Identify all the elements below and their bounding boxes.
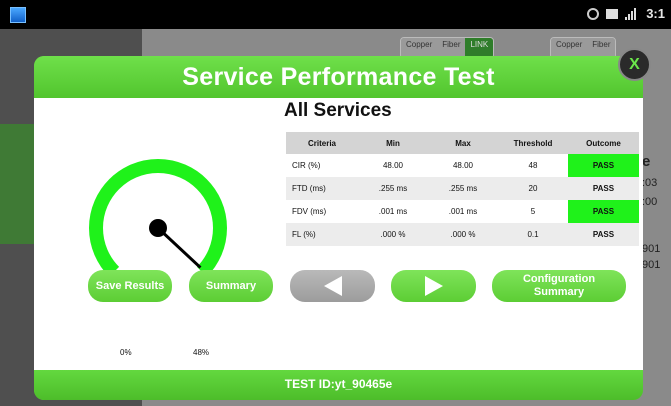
config-button-label-line1: Configuration — [522, 273, 596, 286]
arrow-right-icon — [424, 276, 443, 296]
cell-min: 48.00 — [382, 161, 404, 170]
arrow-left-icon — [323, 276, 342, 296]
cell-min: .001 ms — [378, 207, 408, 216]
clock: 3:1 — [646, 6, 665, 21]
table-row: CIR (%) 48.00 48.00 48 PASS — [286, 154, 639, 177]
cell-threshold: 5 — [530, 207, 536, 216]
column-header: Min — [358, 132, 428, 154]
bg-side-value: 901 — [642, 243, 661, 255]
status-bar: 3:1 — [0, 0, 671, 29]
table-row: FL (%) .000 % .000 % 0.1 PASS — [286, 223, 639, 246]
cell-outcome-pass: PASS — [568, 177, 639, 200]
column-header: Criteria — [286, 132, 358, 154]
table-row: FDV (ms) .001 ms .001 ms 5 PASS — [286, 200, 639, 223]
column-header: Max — [428, 132, 498, 154]
dialog-body: All Services 0% 48% Criteria Min Max Thr… — [34, 98, 643, 370]
gauge-max-label: 48% — [193, 348, 210, 357]
config-button-label-line2: Summary — [533, 286, 585, 298]
close-button[interactable]: X — [618, 48, 651, 81]
bg-tab-fiber: Fiber — [437, 38, 466, 58]
bg-tab-link: LINK — [465, 38, 494, 58]
app-icon — [10, 7, 26, 23]
bg-side-value: 901 — [642, 259, 661, 271]
cell-criteria: CIR (%) — [292, 161, 321, 170]
cell-criteria: FTD (ms) — [286, 177, 358, 200]
cell-criteria: FL (%) — [286, 223, 358, 246]
bg-tab-copper-2: Copper — [551, 38, 588, 58]
cell-max: 48.00 — [452, 161, 474, 170]
bg-tab-fiber-2: Fiber — [587, 38, 616, 58]
column-header: Threshold — [498, 132, 568, 154]
summary-button[interactable]: Summary — [189, 270, 273, 302]
dialog-title: Service Performance Test — [182, 63, 495, 91]
table-header-row: Criteria Min Max Threshold Outcome — [286, 132, 639, 154]
next-button[interactable] — [391, 270, 476, 302]
cell-threshold: 48 — [528, 161, 538, 170]
cell-criteria: FDV (ms) — [292, 207, 327, 216]
cell-max: .001 ms — [448, 207, 478, 216]
sync-icon — [587, 7, 600, 20]
cell-min: .000 % — [358, 223, 428, 246]
bg-side-value: :00 — [642, 196, 658, 208]
column-header: Outcome — [568, 132, 639, 154]
gauge-hub — [149, 219, 167, 237]
cell-min: .255 ms — [358, 177, 428, 200]
results-table: Criteria Min Max Threshold Outcome CIR (… — [286, 132, 639, 246]
gauge-min-label: 0% — [120, 348, 132, 357]
test-id: TEST ID:yt_90465e — [284, 377, 393, 391]
signal-icon — [625, 7, 639, 20]
service-performance-dialog: Service Performance Test All Services 0%… — [34, 56, 643, 400]
bg-side-value: :03 — [642, 177, 658, 189]
screen-icon — [606, 8, 619, 19]
gauge-arc — [89, 159, 227, 277]
cell-threshold: 0.1 — [498, 223, 568, 246]
previous-button[interactable] — [290, 270, 375, 302]
section-title: All Services — [284, 100, 392, 121]
cell-max: .255 ms — [428, 177, 498, 200]
cell-max: .000 % — [428, 223, 498, 246]
dialog-footer: TEST ID:yt_90465e — [34, 370, 643, 400]
table-row: FTD (ms) .255 ms .255 ms 20 PASS — [286, 177, 639, 200]
cell-outcome-pass: PASS — [568, 223, 639, 246]
bg-side-value: e — [642, 153, 651, 170]
cell-outcome-pass: PASS — [568, 154, 639, 177]
system-tray: 3:1 — [587, 6, 665, 21]
cell-outcome-pass: PASS — [568, 200, 639, 223]
configuration-summary-button[interactable]: Configuration Summary — [492, 270, 626, 302]
dialog-header: Service Performance Test — [34, 56, 643, 98]
save-results-button[interactable]: Save Results — [88, 270, 172, 302]
cell-threshold: 20 — [498, 177, 568, 200]
bg-tab-copper: Copper — [401, 38, 438, 58]
